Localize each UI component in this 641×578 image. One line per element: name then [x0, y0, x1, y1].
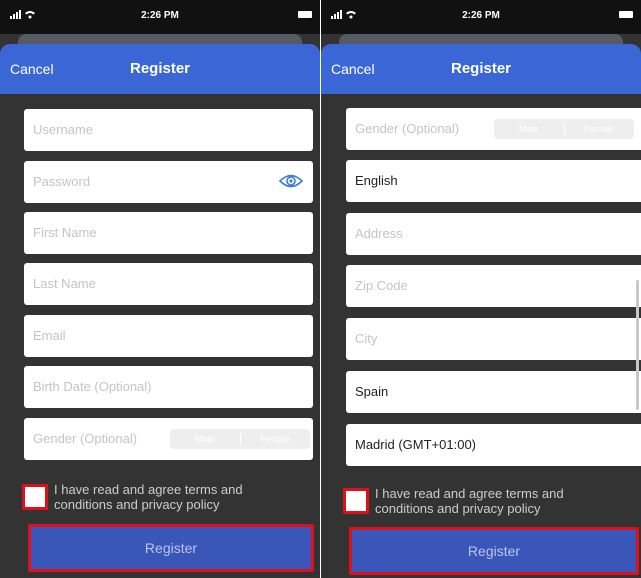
gender-field: Gender (Optional) Male Female: [24, 418, 313, 460]
terms-text: I have read and agree terms and conditio…: [54, 482, 243, 512]
last-name-placeholder: Last Name: [33, 276, 96, 291]
gender-field: Gender (Optional) Male Female: [346, 108, 641, 150]
language-select[interactable]: English: [346, 160, 641, 202]
register-button[interactable]: Register: [28, 524, 314, 572]
gender-option-male[interactable]: Male: [170, 434, 240, 444]
address-placeholder: Address: [355, 226, 403, 241]
gender-segmented-control: Male Female: [494, 119, 634, 139]
gender-placeholder: Gender (Optional): [355, 121, 460, 136]
register-screen-right: 2:26 PM Cancel Register Gender (Optional…: [321, 0, 641, 578]
zip-code-input[interactable]: Zip Code: [346, 265, 641, 307]
scrollbar[interactable]: [636, 280, 639, 410]
terms-row: I have read and agree terms and conditio…: [343, 484, 633, 524]
email-input[interactable]: Email: [24, 315, 313, 357]
nav-bar: Cancel Register: [321, 44, 641, 94]
page-title: Register: [450, 60, 512, 77]
address-input[interactable]: Address: [346, 213, 641, 255]
status-time: 2:26 PM: [141, 10, 179, 21]
page-title: Register: [129, 60, 191, 77]
timezone-value: Madrid (GMT+01:00): [355, 437, 477, 452]
terms-checkbox[interactable]: [343, 488, 369, 514]
first-name-input[interactable]: First Name: [24, 212, 313, 254]
terms-text: I have read and agree terms and conditio…: [375, 486, 564, 516]
timezone-select[interactable]: Madrid (GMT+01:00): [346, 424, 641, 466]
terms-checkbox[interactable]: [22, 484, 48, 510]
eye-icon[interactable]: [279, 173, 303, 189]
battery-icon: [298, 11, 312, 18]
register-button[interactable]: Register: [349, 527, 639, 575]
city-placeholder: City: [355, 331, 378, 346]
birth-date-input[interactable]: Birth Date (Optional): [24, 366, 313, 408]
register-screen-left: 2:26 PM Cancel Register Username Passwor…: [0, 0, 320, 578]
gender-option-female[interactable]: Female: [241, 434, 311, 444]
status-bar: 2:26 PM: [321, 0, 641, 34]
gender-placeholder: Gender (Optional): [33, 431, 138, 446]
battery-icon: [619, 11, 633, 18]
nav-bar: Cancel Register: [0, 44, 320, 94]
status-bar: 2:26 PM: [0, 0, 320, 34]
password-placeholder: Password: [33, 174, 91, 189]
city-input[interactable]: City: [346, 318, 641, 360]
first-name-placeholder: First Name: [33, 225, 97, 240]
terms-row: I have read and agree terms and conditio…: [22, 480, 312, 520]
status-time: 2:26 PM: [462, 10, 500, 21]
username-input[interactable]: Username: [24, 109, 313, 151]
last-name-input[interactable]: Last Name: [24, 263, 313, 305]
country-value: Spain: [355, 384, 389, 399]
gender-segmented-control: Male Female: [170, 429, 310, 449]
username-placeholder: Username: [33, 122, 93, 137]
birth-date-placeholder: Birth Date (Optional): [33, 379, 152, 394]
password-input[interactable]: Password: [24, 161, 313, 203]
language-value: English: [355, 173, 398, 188]
gender-option-male[interactable]: Male: [494, 124, 564, 134]
gender-option-female[interactable]: Female: [565, 124, 635, 134]
email-placeholder: Email: [33, 328, 66, 343]
zip-code-placeholder: Zip Code: [355, 278, 408, 293]
country-select[interactable]: Spain: [346, 371, 641, 413]
